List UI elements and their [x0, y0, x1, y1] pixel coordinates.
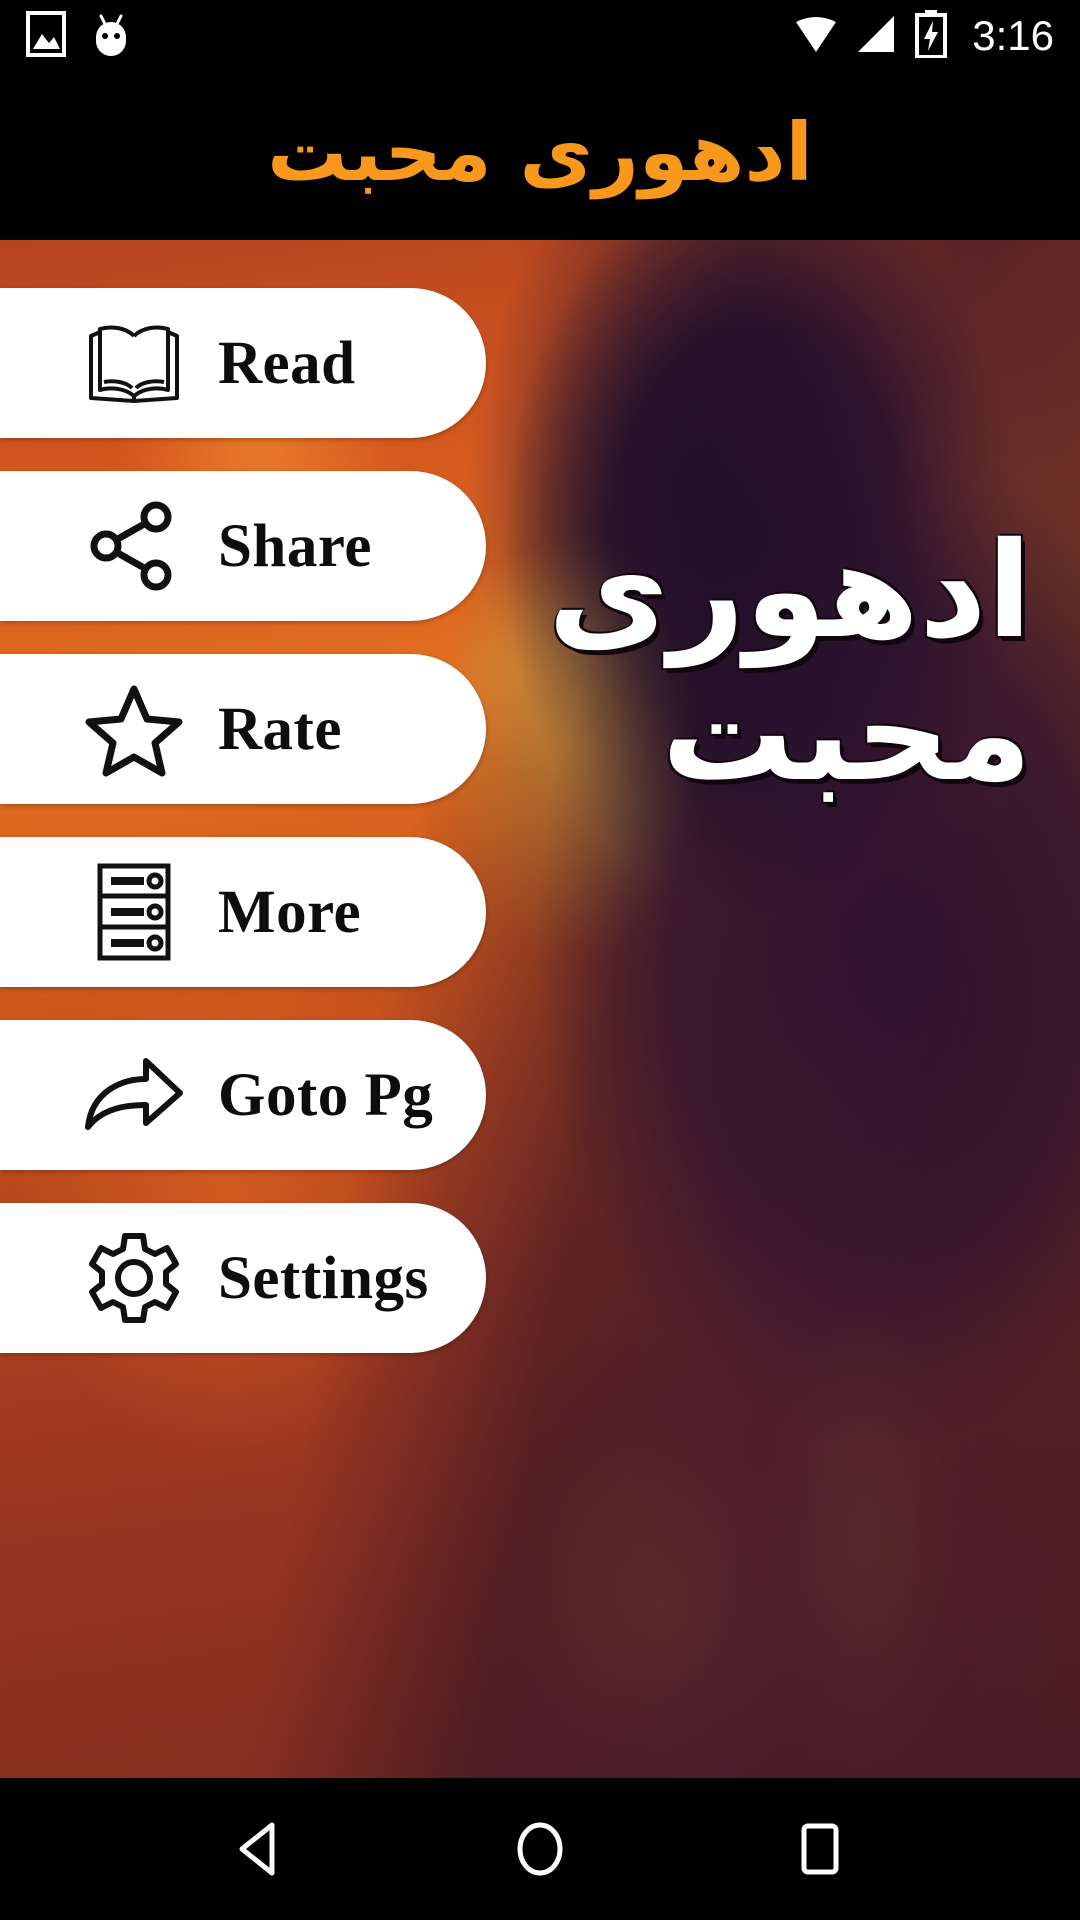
app-screen: 3:16 ادهوری محبت ادھوری محبت Read Share … — [0, 0, 1080, 1920]
menu-item-settings[interactable]: Settings — [0, 1203, 486, 1353]
flame-accent — [520, 1420, 820, 1778]
page-title: ادهوری محبت — [267, 106, 813, 199]
recents-square-icon — [801, 1823, 839, 1875]
menu-item-goto-pg[interactable]: Goto Pg — [0, 1020, 486, 1170]
open-book-icon — [76, 320, 192, 406]
cellular-signal-icon — [854, 12, 900, 61]
recents-button[interactable] — [765, 1794, 875, 1904]
app-title-bar: ادهوری محبت — [0, 72, 1080, 240]
server-list-icon — [76, 862, 192, 962]
menu-item-label: More — [218, 878, 362, 946]
home-button[interactable] — [485, 1794, 595, 1904]
home-circle-icon — [517, 1822, 563, 1876]
curved-arrow-right-icon — [76, 1055, 192, 1135]
share-nodes-icon — [76, 500, 192, 592]
photo-icon — [26, 10, 66, 62]
status-bar-clock: 3:16 — [972, 12, 1054, 59]
wifi-icon — [792, 12, 840, 61]
menu-item-rate[interactable]: Rate — [0, 654, 486, 804]
gear-icon — [76, 1230, 192, 1326]
battery-charging-icon — [914, 9, 948, 63]
main-content: ادھوری محبت Read Share Rate More Goto Pg… — [0, 240, 1080, 1778]
menu-item-label: Read — [218, 329, 356, 397]
status-bar-notifications — [26, 10, 134, 63]
back-button[interactable] — [205, 1794, 315, 1904]
flame-accent — [880, 360, 1080, 620]
menu-item-read[interactable]: Read — [0, 288, 486, 438]
android-navigation-bar — [0, 1778, 1080, 1920]
menu-item-label: Settings — [218, 1244, 429, 1312]
status-bar-system-icons: 3:16 — [792, 9, 1054, 63]
status-bar: 3:16 — [0, 0, 1080, 72]
main-menu: Read Share Rate More Goto Pg Settings — [0, 288, 500, 1386]
menu-item-label: Goto Pg — [218, 1061, 434, 1129]
android-marshmallow-icon — [88, 10, 134, 63]
back-triangle-icon — [239, 1822, 275, 1876]
menu-item-share[interactable]: Share — [0, 471, 486, 621]
menu-item-label: Share — [218, 512, 372, 580]
star-outline-icon — [76, 681, 192, 777]
flame-accent — [760, 1320, 960, 1778]
menu-item-label: Rate — [218, 695, 342, 763]
menu-item-more[interactable]: More — [0, 837, 486, 987]
